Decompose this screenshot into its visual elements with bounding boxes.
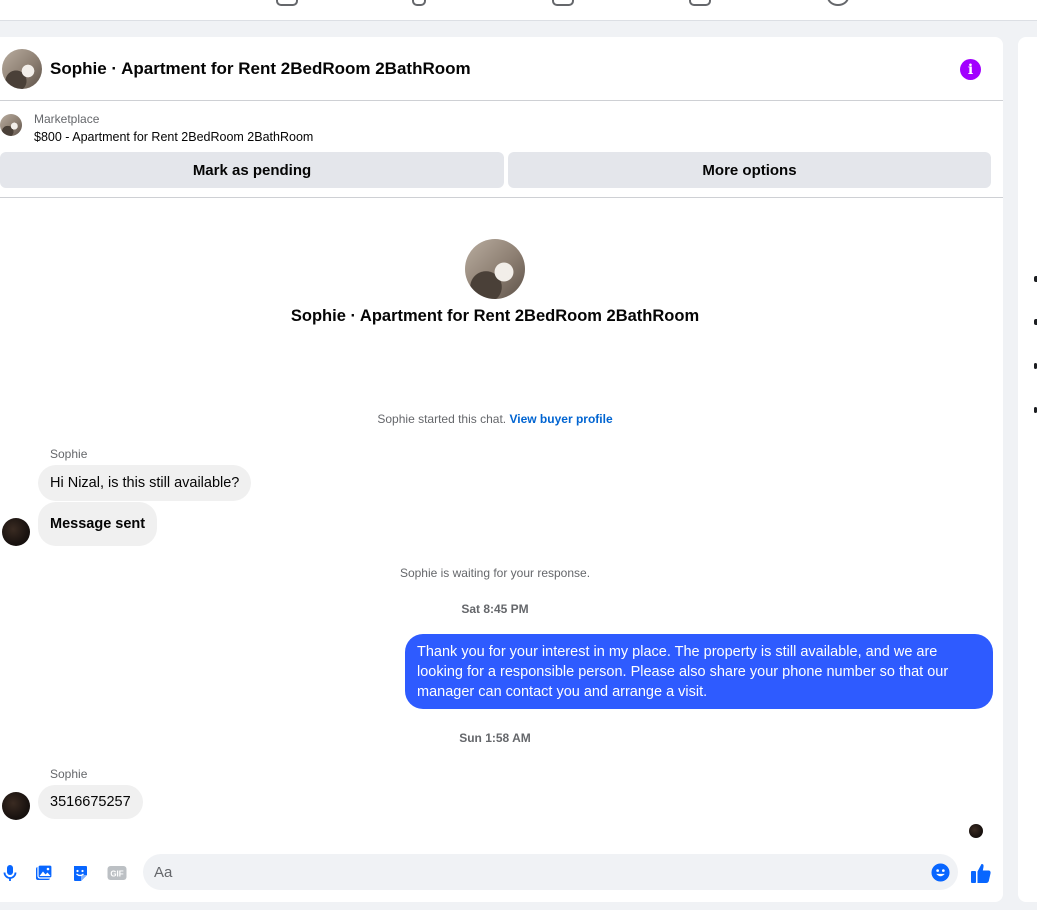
like-icon[interactable] [970,862,992,884]
chat-panel: Sophie · Apartment for Rent 2BedRoom 2Ba… [0,37,1003,902]
sender-name: Sophie [50,767,88,781]
groups-icon[interactable] [689,0,711,6]
message-composer: GIF [0,847,1003,902]
chat-header: Sophie · Apartment for Rent 2BedRoom 2Ba… [0,37,1003,101]
sender-avatar[interactable] [2,518,30,546]
mark-as-pending-button[interactable]: Mark as pending [0,152,504,188]
marketplace-icon[interactable] [552,0,574,6]
conversation-title[interactable]: Sophie · Apartment for Rent 2BedRoom 2Ba… [50,59,471,79]
message-sent-notice: Message sent [38,502,158,546]
top-navigation-bar [0,0,1037,21]
listing-thumbnail[interactable] [0,114,22,136]
intro-title: Sophie · Apartment for Rent 2BedRoom 2Ba… [290,307,700,325]
photo-icon[interactable] [35,864,53,882]
emoji-icon[interactable] [931,863,950,882]
divider [0,197,1003,198]
more-options-button[interactable]: More options [508,152,991,188]
microphone-icon[interactable] [1,864,19,882]
svg-text:GIF: GIF [110,870,123,879]
incoming-message[interactable]: Hi Nizal, is this still available? [38,465,252,501]
home-icon[interactable] [276,0,298,6]
chat-started-notice: Sophie started this chat. View buyer pro… [0,412,990,426]
gif-icon[interactable]: GIF [107,864,127,882]
watch-icon[interactable] [412,0,426,6]
timestamp: Sun 1:58 AM [459,731,531,745]
waiting-notice: Sophie is waiting for your response. [399,566,591,580]
sender-name: Sophie [50,447,88,461]
seen-indicator-avatar [969,824,983,838]
outgoing-message[interactable]: Thank you for your interest in my place.… [405,634,993,709]
right-side-panel [1018,37,1037,902]
contact-avatar[interactable] [2,49,42,89]
gaming-icon[interactable] [827,0,849,6]
marketplace-label: Marketplace [34,112,100,126]
sender-avatar[interactable] [2,792,30,820]
sticker-icon[interactable] [71,864,89,882]
message-input[interactable] [143,854,958,890]
incoming-message[interactable]: 3516675257 [38,785,143,819]
info-icon[interactable]: i [960,59,981,80]
listing-title[interactable]: $800 - Apartment for Rent 2BedRoom 2Bath… [34,130,313,144]
timestamp: Sat 8:45 PM [461,602,529,616]
intro-avatar[interactable] [465,239,525,299]
view-buyer-profile-link[interactable]: View buyer profile [509,412,612,426]
chat-started-text: Sophie started this chat. [377,412,507,426]
